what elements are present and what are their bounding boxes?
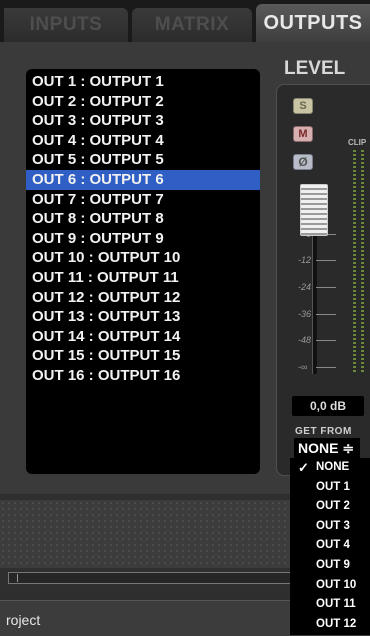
- phase-invert-button[interactable]: Ø: [293, 154, 313, 170]
- output-list-item[interactable]: OUT 10 : OUTPUT 10: [26, 248, 260, 268]
- output-list-item[interactable]: OUT 14 : OUTPUT 14: [26, 327, 260, 347]
- dropdown-option-label: OUT 12: [316, 617, 357, 630]
- output-list-item[interactable]: OUT 8 : OUTPUT 8: [26, 209, 260, 229]
- output-list-item[interactable]: OUT 6 : OUTPUT 6: [26, 169, 260, 190]
- scale-tick: [316, 367, 336, 368]
- horizontal-scrollbar[interactable]: [8, 572, 298, 584]
- level-meter-left: [353, 150, 356, 372]
- output-list-item[interactable]: OUT 3 : OUTPUT 3: [26, 111, 260, 131]
- scale-label-24: -24: [298, 282, 312, 292]
- output-list-item[interactable]: OUT 13 : OUTPUT 13: [26, 307, 260, 327]
- output-list-item[interactable]: OUT 4 : OUTPUT 4: [26, 131, 260, 151]
- output-list-item[interactable]: OUT 15 : OUTPUT 15: [26, 346, 260, 366]
- clip-label: CLIP: [348, 138, 367, 147]
- level-value-display: 0,0 dB: [292, 396, 364, 416]
- dropdown-option-label: OUT 1: [316, 480, 350, 493]
- output-list-item[interactable]: OUT 7 : OUTPUT 7: [26, 190, 260, 210]
- dropdown-option-label: NONE: [316, 461, 350, 473]
- output-list-item[interactable]: OUT 9 : OUTPUT 9: [26, 229, 260, 249]
- dropdown-option-label: OUT 3: [316, 519, 350, 532]
- mute-button[interactable]: M: [293, 126, 313, 142]
- solo-button[interactable]: S: [293, 98, 313, 114]
- dropdown-option-label: OUT 4: [316, 539, 350, 552]
- scale-label-36: -36: [298, 309, 312, 319]
- scrollbar-thumb[interactable]: [11, 574, 18, 582]
- get-from-select[interactable]: NONE ≑: [294, 438, 360, 458]
- output-list-item[interactable]: OUT 16 : OUTPUT 16: [26, 366, 260, 386]
- dropdown-option[interactable]: OUT 11: [290, 595, 370, 615]
- get-from-dropdown[interactable]: ✓ NONE OUT 1 OUT 2 OUT 3 OUT 4 OUT 9 OUT 10 OUT …: [290, 458, 370, 635]
- dropdown-option-label: OUT 2: [316, 500, 350, 513]
- scale-label-inf: -∞: [298, 362, 308, 372]
- tab-outputs[interactable]: OUTPUTS: [256, 4, 370, 42]
- status-text: roject: [6, 612, 41, 628]
- output-list-item[interactable]: OUT 5 : OUTPUT 5: [26, 150, 260, 170]
- output-list-item[interactable]: OUT 2 : OUTPUT 2: [26, 92, 260, 112]
- dropdown-option[interactable]: OUT 12: [290, 615, 370, 635]
- scale-label-12: -12: [298, 255, 312, 265]
- tab-bar: INPUTS MATRIX OUTPUTS: [0, 0, 370, 42]
- dropdown-option[interactable]: OUT 2: [290, 497, 370, 517]
- level-meter-right: [361, 150, 364, 372]
- check-icon: ✓: [298, 460, 309, 475]
- scale-label-48: -48: [298, 335, 312, 345]
- output-list-item[interactable]: OUT 12 : OUTPUT 12: [26, 288, 260, 308]
- level-title: LEVEL: [284, 58, 346, 79]
- tab-inputs[interactable]: INPUTS: [4, 8, 128, 42]
- output-list[interactable]: OUT 1 : OUTPUT 1 OUT 2 : OUTPUT 2 OUT 3 : …: [26, 69, 260, 474]
- dropdown-option[interactable]: OUT 3: [290, 517, 370, 537]
- dropdown-option[interactable]: OUT 1: [290, 478, 370, 498]
- scale-tick: [316, 287, 336, 288]
- dropdown-option-label: OUT 9: [316, 558, 350, 571]
- level-fader-knob[interactable]: [300, 184, 328, 236]
- scale-tick: [316, 314, 336, 315]
- scale-tick: [316, 340, 336, 341]
- tab-matrix[interactable]: MATRIX: [132, 8, 252, 42]
- dropdown-option-label: OUT 11: [316, 598, 356, 611]
- dropdown-option[interactable]: OUT 9: [290, 556, 370, 576]
- dropdown-option[interactable]: OUT 4: [290, 536, 370, 556]
- dropdown-option[interactable]: OUT 10: [290, 576, 370, 596]
- dropdown-option-label: OUT 10: [316, 578, 357, 591]
- dropdown-option[interactable]: ✓ NONE: [290, 458, 370, 478]
- scale-tick: [316, 260, 336, 261]
- output-list-item[interactable]: OUT 11 : OUTPUT 11: [26, 268, 260, 288]
- output-list-item[interactable]: OUT 1 : OUTPUT 1: [26, 72, 260, 92]
- get-from-label: GET FROM: [295, 426, 352, 437]
